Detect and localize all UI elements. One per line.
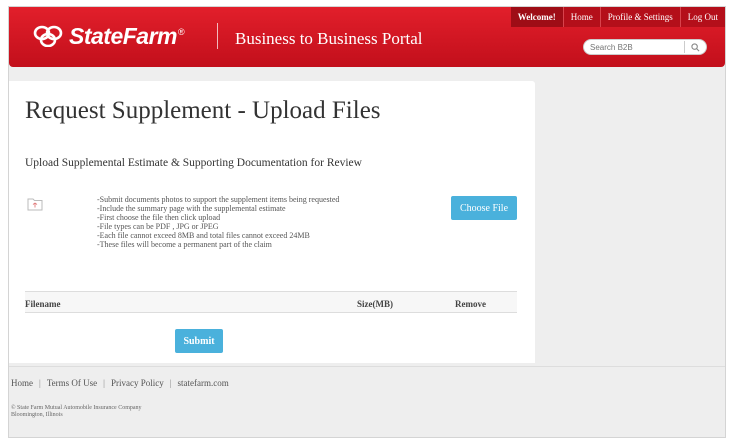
logo-wordmark: StateFarm: [69, 22, 177, 49]
footer-divider: [9, 366, 725, 367]
instruction-item: -Include the summary page with the suppl…: [97, 204, 286, 213]
search-icon[interactable]: [685, 40, 705, 54]
welcome-label: Welcome!: [510, 7, 563, 27]
footer-links: Home | Terms Of Use | Privacy Policy | s…: [11, 378, 229, 388]
state-farm-logo[interactable]: StateFarm ®: [31, 21, 185, 51]
file-table-header: Filename Size(MB) Remove: [25, 291, 517, 313]
search-box: [583, 39, 707, 55]
column-header-size: Size(MB): [357, 299, 393, 309]
search-input[interactable]: [584, 40, 684, 54]
copyright-line: © State Farm Mutual Automobile Insurance…: [11, 405, 142, 411]
footer-privacy-link[interactable]: Privacy Policy: [111, 378, 164, 388]
folder-icon: [27, 196, 43, 217]
browser-viewport: StateFarm ® Business to Business Portal …: [8, 6, 726, 438]
logo-registered-mark: ®: [177, 27, 185, 37]
footer-separator: |: [39, 378, 41, 388]
footer-home-link[interactable]: Home: [11, 378, 33, 388]
nav-profile-settings-link[interactable]: Profile & Settings: [599, 7, 680, 27]
copyright-location: Bloomington, Illinois: [11, 412, 63, 418]
instruction-item: -Each file cannot exceed 8MB and total f…: [97, 231, 310, 240]
instruction-item: -File types can be PDF , JPG or JPEG: [97, 222, 219, 231]
instruction-item: -These files will become a permanent par…: [97, 240, 272, 249]
column-header-remove: Remove: [455, 299, 486, 309]
upload-panel: Request Supplement - Upload Files Upload…: [9, 81, 535, 363]
copyright-notice: © State Farm Mutual Automobile Insurance…: [11, 405, 142, 419]
nav-logout-link[interactable]: Log Out: [679, 7, 725, 27]
page-title: Request Supplement - Upload Files: [25, 97, 381, 124]
choose-file-button[interactable]: Choose File: [451, 196, 517, 220]
nav-home-link[interactable]: Home: [562, 7, 600, 27]
upload-instructions: -Submit documents photos to support the …: [97, 195, 339, 249]
footer-statefarm-link[interactable]: statefarm.com: [178, 378, 229, 388]
upload-subtitle: Upload Supplemental Estimate & Supportin…: [25, 157, 362, 169]
three-ovals-logo-icon: [33, 25, 63, 47]
instruction-item: -Submit documents photos to support the …: [97, 195, 340, 204]
footer-separator: |: [103, 378, 105, 388]
header-divider: [217, 23, 218, 49]
top-navigation: Welcome! Home Profile & Settings Log Out: [510, 7, 725, 27]
site-header: StateFarm ® Business to Business Portal …: [9, 7, 725, 67]
footer-separator: |: [169, 378, 172, 388]
instruction-item: -First choose the file then click upload: [97, 213, 221, 222]
portal-title: Business to Business Portal: [235, 29, 423, 48]
footer-terms-link[interactable]: Terms Of Use: [47, 378, 97, 388]
column-header-filename: Filename: [25, 299, 61, 309]
submit-button[interactable]: Submit: [175, 329, 223, 353]
